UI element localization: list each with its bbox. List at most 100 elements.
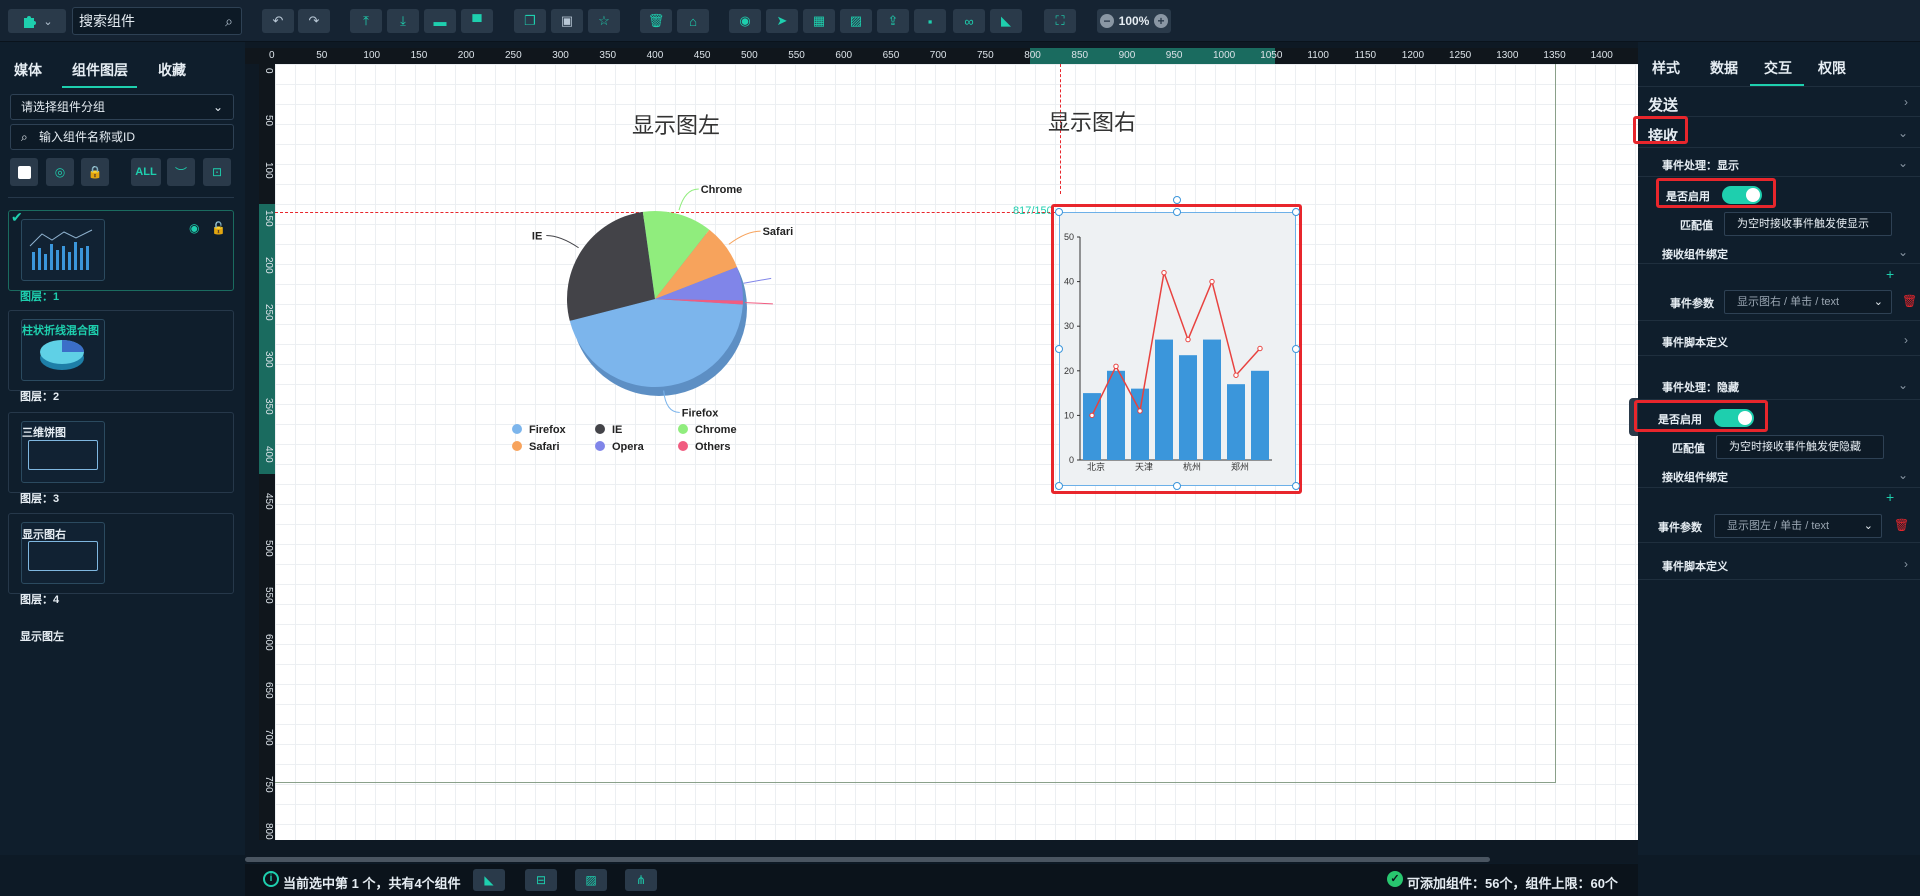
layer-unlock-icon[interactable]: 🔓 xyxy=(211,221,226,235)
paste-button[interactable]: ▣ xyxy=(551,9,583,33)
group-select[interactable]: 请选择组件分组 ⌄ xyxy=(10,94,234,120)
image-button[interactable]: ▨ xyxy=(840,9,872,33)
lock-all-button[interactable]: ⊡ xyxy=(203,158,231,186)
save-button[interactable]: ▪ xyxy=(914,9,946,33)
chevron-down-icon: ⌄ xyxy=(1897,378,1908,392)
add-binding-icon[interactable]: + xyxy=(1886,266,1894,282)
tab-layers[interactable]: 组件图层 xyxy=(72,60,128,80)
delete-button[interactable]: 🗑 xyxy=(640,9,672,33)
image-view-button[interactable]: ▨ xyxy=(575,869,607,891)
layer-item-1[interactable]: ✔ ◉ 🔓 xyxy=(8,209,234,291)
ruler-tick-label: 650 xyxy=(882,50,900,61)
layer-name-search[interactable]: ⌕ 输入组件名称或ID xyxy=(10,124,234,150)
send-bottom-button[interactable]: ⤓ xyxy=(387,9,419,33)
tab-favorites[interactable]: 收藏 xyxy=(158,60,186,80)
template-button[interactable]: ▦ xyxy=(803,9,835,33)
chart-button[interactable]: ◣ xyxy=(990,9,1022,33)
toggle-visibility-button[interactable]: ◎ xyxy=(46,158,74,186)
show-match-input[interactable]: 为空时接收事件触发使显示 xyxy=(1724,212,1892,236)
horizontal-scrollbar[interactable] xyxy=(245,855,1638,863)
pie-chart[interactable]: Firefox IE Chrome Safari Firefox IE Chrome Safa… xyxy=(512,184,845,512)
toggle-lock-button[interactable]: 🔒 xyxy=(81,158,109,186)
hide-param-select[interactable]: 显示图左 / 单击 / text ⌄ xyxy=(1714,514,1882,538)
ruler-tick-label: 50 xyxy=(263,115,274,127)
chevron-down-icon: ⌄ xyxy=(1897,468,1908,482)
scrollbar-thumb[interactable] xyxy=(245,857,1490,862)
eye-off-icon: ◎ xyxy=(54,165,66,179)
preview-button[interactable]: ◉ xyxy=(729,9,761,33)
pie-label: Chrome xyxy=(701,184,743,196)
fullscreen-button[interactable]: ⛶ xyxy=(1044,9,1076,33)
chart-view-button[interactable]: ◣ xyxy=(473,869,505,891)
send-section-header[interactable]: 发送 › xyxy=(1638,87,1920,117)
show-match-value: 为空时接收事件触发使显示 xyxy=(1737,218,1869,230)
rotate-handle[interactable] xyxy=(1173,196,1181,204)
tab-interaction[interactable]: 交互 xyxy=(1764,58,1792,78)
select-all-checkbox[interactable] xyxy=(10,158,38,186)
select-all-button[interactable]: ALL xyxy=(131,158,161,186)
chevron-down-icon: ⌄ xyxy=(1897,126,1908,140)
tab-style[interactable]: 样式 xyxy=(1652,58,1680,78)
trash-icon[interactable]: 🗑 xyxy=(1902,294,1917,308)
design-board[interactable]: 817/150 显示图左 显示图右 Firefox IE Chrome Safari F… xyxy=(275,64,1638,840)
active-tab-indicator xyxy=(62,86,137,88)
resize-handle-w[interactable] xyxy=(1055,345,1063,353)
align-center-button[interactable]: ▬ xyxy=(424,9,456,33)
trash-icon[interactable]: 🗑 xyxy=(1894,518,1909,532)
chevron-down-icon: ⌄ xyxy=(43,15,53,28)
layer-visible-icon[interactable]: ◉ xyxy=(189,221,199,235)
resize-handle-se[interactable] xyxy=(1292,482,1300,490)
hide-script-header[interactable]: 事件脚本定义 › xyxy=(1638,552,1920,580)
export-button[interactable]: ⇪ xyxy=(877,9,909,33)
resize-handle-n[interactable] xyxy=(1173,208,1181,216)
hide-all-button[interactable]: ︶ xyxy=(167,158,195,186)
redo-button[interactable]: ↷ xyxy=(298,9,330,33)
selection-status: 当前选中第 1 个，共有4个组件 xyxy=(283,876,461,891)
align-middle-button[interactable]: ▀ xyxy=(461,9,493,33)
hide-binding-header[interactable]: 接收组件绑定 ⌄ xyxy=(1638,464,1920,488)
zoom-control: − 100% + xyxy=(1097,9,1171,33)
component-view-button[interactable]: ⊟ xyxy=(525,869,557,891)
hide-handler-header[interactable]: 事件处理：隐藏 ⌄ xyxy=(1638,372,1920,400)
undo-icon: ↶ xyxy=(272,13,284,28)
legend-marker-ie xyxy=(595,424,605,434)
favorite-button[interactable]: ☆ xyxy=(588,9,620,33)
zoom-in-button[interactable]: + xyxy=(1153,14,1168,28)
tree-view-button[interactable]: ⋔ xyxy=(625,869,657,891)
ruler-tick-label: 1400 xyxy=(1590,50,1613,61)
show-handler-header[interactable]: 事件处理：显示 ⌄ xyxy=(1638,149,1920,177)
zoom-out-button[interactable]: − xyxy=(1100,14,1114,28)
puzzle-menu-button[interactable]: ⌄ xyxy=(8,9,66,33)
export-icon: ⇪ xyxy=(887,13,899,28)
resize-handle-ne[interactable] xyxy=(1292,208,1300,216)
tab-data[interactable]: 数据 xyxy=(1710,58,1738,78)
add-binding-icon[interactable]: + xyxy=(1886,489,1894,505)
show-script-header[interactable]: 事件脚本定义 › xyxy=(1638,328,1920,356)
tab-permission[interactable]: 权限 xyxy=(1818,58,1846,78)
resize-handle-e[interactable] xyxy=(1292,345,1300,353)
ruler-tick-label: 350 xyxy=(263,398,274,416)
layer-thumbnail-bar-line xyxy=(21,219,105,281)
component-search-input[interactable]: 搜索组件 ⌕ xyxy=(72,7,242,35)
resize-handle-nw[interactable] xyxy=(1055,208,1063,216)
hide-match-label: 匹配值 xyxy=(1672,443,1705,455)
copy-button[interactable]: ❐ xyxy=(514,9,546,33)
show-binding-header[interactable]: 接收组件绑定 ⌄ xyxy=(1638,242,1920,264)
resize-handle-s[interactable] xyxy=(1173,482,1181,490)
undo-button[interactable]: ↶ xyxy=(262,9,294,33)
bring-top-button[interactable]: ⤒ xyxy=(350,9,382,33)
horizontal-ruler[interactable]: 0 50 100 150 200 250 300 350 400 450 500 550 600 650 7… xyxy=(245,48,1638,64)
legend-marker-safari xyxy=(512,441,522,451)
bar-chart-thumbnail-icon xyxy=(29,229,93,270)
tab-media[interactable]: 媒体 xyxy=(14,60,42,80)
clear-button[interactable]: ⌂ xyxy=(677,9,709,33)
chart-title-left: 显示图左 xyxy=(632,113,721,138)
ruler-tick-label: 1150 xyxy=(1354,50,1377,61)
resize-handle-sw[interactable] xyxy=(1055,482,1063,490)
show-param-select[interactable]: 显示图右 / 单击 / text ⌄ xyxy=(1724,290,1892,314)
frame-thumbnail-icon xyxy=(28,541,98,571)
hide-match-input[interactable]: 为空时接收事件触发使隐藏 xyxy=(1716,435,1884,459)
link-button[interactable]: ∞ xyxy=(953,9,985,33)
vertical-ruler[interactable]: 0 50 100 150 200 250 300 350 400 450 500 550 600 650 7… xyxy=(259,64,275,840)
publish-button[interactable]: ➤ xyxy=(766,9,798,33)
